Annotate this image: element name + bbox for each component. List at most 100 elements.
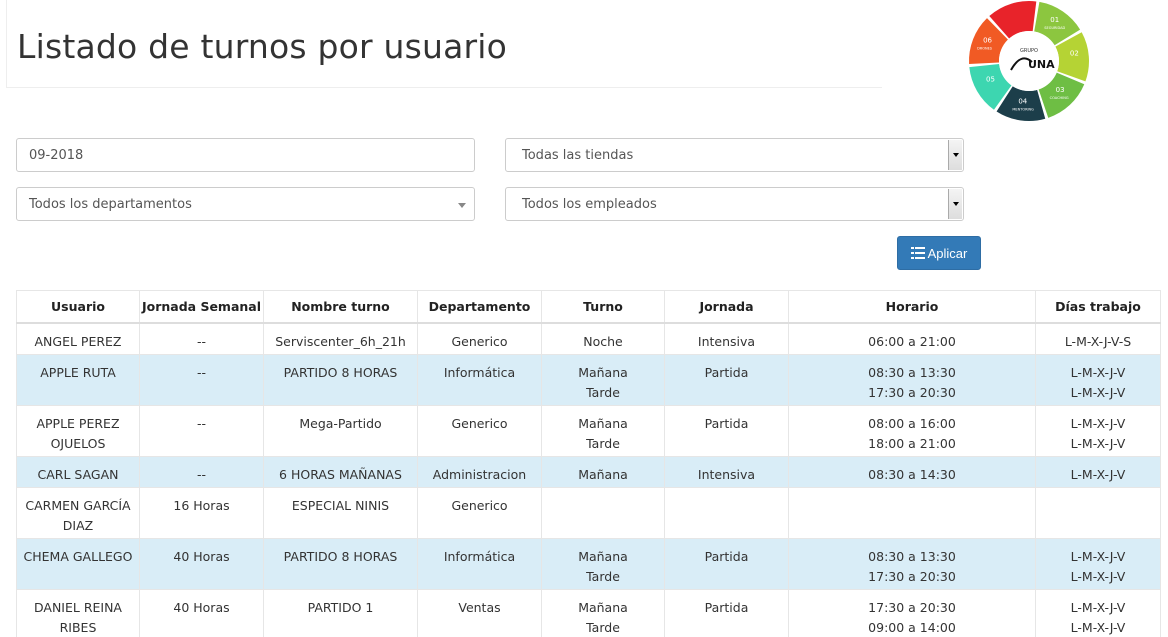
logo-segment-number: 05 [986,76,995,84]
weekly-hours-cell: -- [139,455,264,488]
shift-cell: Mañana [541,455,665,488]
work-days-cell-line: L-M-X-J-V [1070,364,1126,380]
work-days-cell: L-M-X-J-V L-M-X-J-V [1035,537,1161,590]
logo-segment-number: 06 [983,37,992,45]
shift-cell: Mañana Tarde [541,588,665,637]
user-cell: DANIEL REINA RIBES [16,588,140,637]
user-cell-line: DANIEL REINA [33,599,122,615]
employees-select-value: Todos los empleados [522,196,657,212]
shift-cell-line: Mañana [578,599,628,615]
logo-segment-number: 02 [1070,50,1079,58]
logo-segment-number: 03 [1056,86,1065,94]
user-cell-line: OJUELOS [50,435,106,451]
shift-name-cell: PARTIDO 8 HORAS [263,353,418,406]
month-input-value: 09-2018 [29,147,84,163]
department-cell: Generico [417,404,542,457]
shift-name-cell: PARTIDO 1 [263,588,418,637]
shift-name-cell: 6 HORAS MAÑANAS [263,455,418,488]
schedule-cell-line: 08:30 a 13:30 [868,364,956,380]
work-days-cell-line: L-M-X-J-V [1070,599,1126,615]
shift-cell-line: Mañana [578,466,628,482]
schedule-cell-line: 08:00 a 16:00 [868,415,956,431]
shift-name-cell: Serviscenter_6h_21h [263,322,418,355]
work-days-cell: L-M-X-J-V L-M-X-J-V [1035,353,1161,406]
shift-name-cell: ESPECIAL NINIS [263,486,418,539]
user-cell: ANGEL PEREZ [16,322,140,355]
user-cell: APPLE RUTA [16,353,140,406]
user-cell-line: APPLE PEREZ [36,415,120,431]
month-input[interactable]: 09-2018 [16,138,475,172]
title-divider [6,87,882,88]
company-logo: GRUPO UNA 01 SEGURIDAD 02 03 COACHING 04 MENTO… [969,0,1089,121]
user-cell: CHEMA GALLEGO [16,537,140,590]
work-days-cell [1035,486,1161,539]
table-header-row: Usuario Jornada Semanal Nombre turno Depart… [16,290,1161,324]
workday-type-cell: Partida [664,404,789,457]
logo-segment-label: COACHING [1050,96,1069,100]
shift-cell: Mañana Tarde [541,353,665,406]
work-days-cell-line: L-M-X-J-V [1070,435,1126,451]
department-cell: Informática [417,353,542,406]
weekly-hours-cell: -- [139,322,264,355]
department-cell: Generico [417,486,542,539]
user-cell-line: DIAZ [62,517,94,533]
employees-select[interactable]: Todos los empleados [505,187,964,221]
workday-type-cell: Partida [664,537,789,590]
user-cell: CARMEN GARCÍA DIAZ [16,486,140,539]
shift-cell: Mañana Tarde [541,537,665,590]
shift-cell-line: Noche [583,333,623,349]
column-header: Turno [541,290,665,324]
work-days-cell: L-M-X-J-V-S [1035,322,1161,355]
column-header: Nombre turno [263,290,418,324]
employees-dropdown-arrow-icon[interactable] [948,189,962,219]
schedule-cell-line: 18:00 a 21:00 [868,435,956,451]
stores-select[interactable]: Todas las tiendas [505,138,964,172]
work-days-cell-line: L-M-X-J-V [1070,384,1126,400]
list-icon [910,247,925,259]
logo-brand: UNA [1028,58,1055,71]
table-row: CARMEN GARCÍA DIAZ 16 Horas ESPECIAL NINIS G… [16,486,1161,539]
table-row: CHEMA GALLEGO 40 Horas PARTIDO 8 HORAS Info… [16,537,1161,590]
shift-cell: Noche [541,322,665,355]
apply-button-label: Aplicar [927,245,968,261]
user-cell-line: CHEMA GALLEGO [23,548,133,564]
department-cell: Generico [417,322,542,355]
logo-segment-number: 04 [1018,98,1027,106]
department-cell: Informática [417,537,542,590]
departments-select-value: Todos los departamentos [29,196,192,212]
department-cell: Administracion [417,455,542,488]
column-header: Jornada [664,290,789,324]
work-days-cell-line: L-M-X-J-V [1070,415,1126,431]
work-days-cell-line: L-M-X-J-V [1070,568,1126,584]
schedule-cell: 17:30 a 20:30 09:00 a 14:00 [788,588,1036,637]
shifts-table: Usuario Jornada Semanal Nombre turno Depart… [16,290,1161,637]
schedule-cell-line: 08:30 a 14:30 [868,466,956,482]
workday-type-cell: Intensiva [664,322,789,355]
shift-cell-line: Mañana [578,364,628,380]
schedule-cell-line: 17:30 a 20:30 [868,568,956,584]
logo-segment-number: 01 [1050,16,1059,24]
table-row: DANIEL REINA RIBES 40 Horas PARTIDO 1 Ventas… [16,588,1161,637]
page-title: Listado de turnos por usuario [17,27,508,66]
departments-select[interactable]: Todos los departamentos [16,187,475,221]
work-days-cell-line: L-M-X-J-V-S [1064,333,1132,349]
table-row: ANGEL PEREZ -- Serviscenter_6h_21h Generico… [16,322,1161,355]
schedule-cell: 08:30 a 13:30 17:30 a 20:30 [788,537,1036,590]
shift-cell-line: Tarde [586,619,620,635]
weekly-hours-cell: 40 Horas [139,537,264,590]
department-cell: Ventas [417,588,542,637]
schedule-cell-line: 17:30 a 20:30 [868,599,956,615]
weekly-hours-cell: -- [139,404,264,457]
shift-cell-line: Mañana [578,415,628,431]
weekly-hours-cell: 40 Horas [139,588,264,637]
apply-button[interactable]: Aplicar [897,236,981,270]
shift-cell-line: Tarde [586,384,620,400]
stores-dropdown-arrow-icon[interactable] [948,140,962,170]
work-days-cell-line: L-M-X-J-V [1070,548,1126,564]
departments-caret-down-icon [458,203,466,208]
table-row: APPLE PEREZ OJUELOS -- Mega-Partido Generico… [16,404,1161,457]
user-cell-line: CARL SAGAN [37,466,119,482]
column-header: Departamento [417,290,542,324]
shift-cell-line: Tarde [586,568,620,584]
schedule-cell [788,486,1036,539]
